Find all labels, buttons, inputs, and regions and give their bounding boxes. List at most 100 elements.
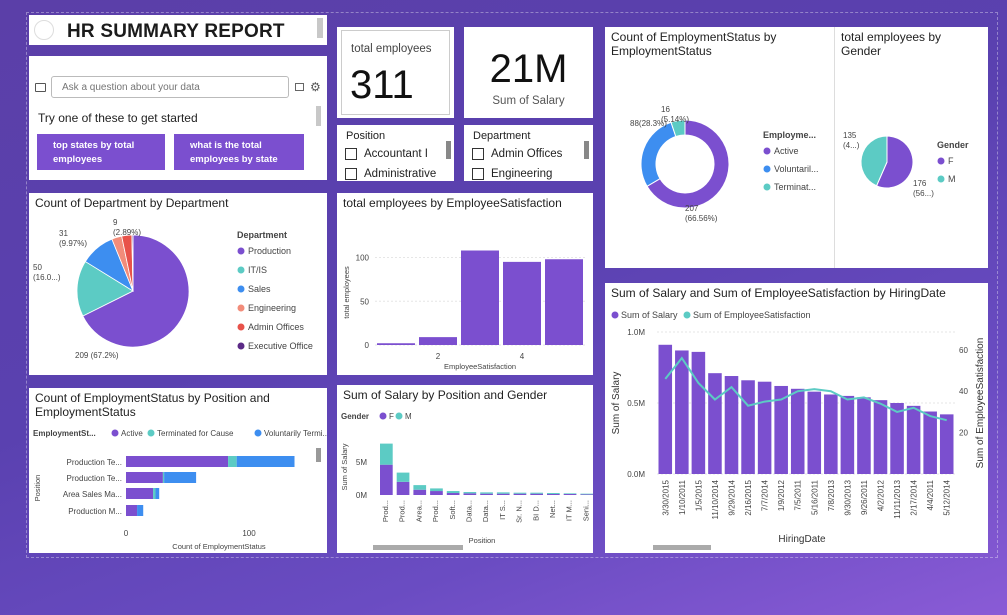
- bar: [153, 488, 156, 499]
- legend-label: Voluntaril...: [774, 164, 819, 174]
- scrollbar[interactable]: [446, 141, 451, 159]
- bar: [658, 344, 673, 474]
- bar: [741, 380, 755, 474]
- x-tick-label: Area...: [414, 500, 423, 522]
- bar: [137, 505, 144, 516]
- legend-label: Terminat...: [774, 182, 816, 192]
- horizontal-scrollbar[interactable]: [653, 545, 711, 550]
- x-tick-label: 7/5/2011: [794, 479, 803, 510]
- combo-chart: Sum of Salary Sum of EmployeeSatisfaction…: [611, 310, 986, 545]
- bar: [708, 373, 722, 474]
- x-tick-label: 7/7/2014: [761, 479, 770, 511]
- title-card: HR SUMMARY REPORT: [29, 15, 327, 45]
- x-tick-label: 3/30/2015: [661, 479, 670, 515]
- bar: [580, 493, 593, 495]
- x-axis-title: Count of EmploymentStatus: [172, 542, 266, 551]
- bar: [807, 391, 822, 474]
- slicer-item[interactable]: Administrative: [345, 168, 436, 180]
- donut-slice: [640, 121, 677, 187]
- scrollbar[interactable]: [316, 106, 321, 126]
- y-tick-label: 1.0M: [627, 328, 645, 337]
- data-label: 16 (5.14%): [661, 105, 689, 124]
- legend-marker: [611, 311, 619, 319]
- bar: [840, 395, 855, 474]
- gear-icon[interactable]: ⚙: [310, 80, 321, 94]
- legend-title: EmploymentSt...: [33, 429, 96, 438]
- data-label: 135 (4...): [843, 131, 860, 150]
- checkbox[interactable]: [345, 148, 357, 160]
- bar: [873, 400, 888, 474]
- scrollbar[interactable]: [317, 18, 323, 38]
- legend-marker: [237, 247, 245, 255]
- scrollbar[interactable]: [316, 448, 321, 462]
- qa-input[interactable]: [51, 76, 289, 98]
- legend-label: Voluntarily Termi...: [264, 429, 327, 438]
- slicer-title: Position: [346, 130, 386, 142]
- bar: [675, 350, 689, 474]
- legend-marker: [763, 147, 771, 155]
- legend-title: Employme...: [763, 130, 816, 140]
- logo-circle: [34, 20, 54, 40]
- bar: [530, 493, 543, 495]
- suggestion-button-2[interactable]: what is the total employees by state: [174, 134, 304, 170]
- position-bar-chart: EmploymentSt... Active Terminated for Caus…: [33, 429, 327, 551]
- y-axis-title: Sum of Salary: [611, 372, 622, 435]
- bar: [446, 491, 460, 494]
- kpi-value: 21M: [489, 47, 568, 91]
- checkbox[interactable]: [472, 148, 484, 160]
- x-tick-label: 0: [124, 529, 129, 538]
- legend-label: Sum of EmployeeSatisfaction: [693, 310, 811, 320]
- legend-marker: [683, 311, 691, 319]
- bar: [162, 472, 165, 483]
- horizontal-scrollbar[interactable]: [373, 545, 463, 550]
- y-tick-label: 5M: [356, 458, 367, 467]
- y2-tick-label: 40: [959, 387, 968, 396]
- x-axis-title: EmployeeSatisfaction: [444, 362, 516, 371]
- data-label: 50 (16.0...): [33, 263, 61, 282]
- suggestion-button-1[interactable]: top states by total employees: [37, 134, 165, 170]
- x-tick-label: 2/17/2014: [910, 479, 919, 515]
- x-tick-label: Data...: [465, 500, 474, 522]
- kpi-total-employees: total employees 311: [337, 27, 454, 118]
- scrollbar[interactable]: [584, 141, 589, 159]
- bar: [396, 481, 410, 495]
- checkbox[interactable]: [345, 168, 357, 180]
- kpi-label: Sum of Salary: [492, 95, 565, 107]
- legend-title: Department: [237, 230, 287, 240]
- legend-marker: [237, 304, 245, 312]
- page-title: HR SUMMARY REPORT: [67, 21, 285, 42]
- legend-marker: [763, 165, 771, 173]
- legend-label: F: [389, 412, 394, 421]
- chart-employment-status: Count of EmploymentStatus by EmploymentS…: [605, 27, 834, 268]
- slicer-item[interactable]: Engineering: [472, 168, 552, 180]
- department-pie-chart: 209 (67.2%) 50 (16.0...) 31 (9.97%) 9 (2.89%) D…: [33, 218, 313, 360]
- bar: [757, 381, 772, 474]
- x-tick-label: 4: [520, 352, 525, 361]
- bar: [236, 456, 295, 467]
- data-label: 176 (56...): [913, 179, 934, 198]
- bar: [547, 494, 560, 495]
- bar: [790, 388, 805, 474]
- checkbox[interactable]: [472, 168, 484, 180]
- slicer-item[interactable]: Accountant I: [345, 148, 428, 160]
- x-tick-label: 5/16/2011: [810, 479, 819, 515]
- legend-marker: [237, 285, 245, 293]
- legend-label: M: [948, 174, 956, 184]
- bar: [563, 493, 577, 495]
- slicer-position: Position Accountant I Administrative: [337, 125, 454, 181]
- format-icon[interactable]: [295, 83, 304, 91]
- x-tick-label: 9/29/2014: [728, 479, 737, 515]
- legend-marker: [395, 412, 403, 420]
- y-axis-title: Sum of Salary: [340, 443, 349, 490]
- bar: [126, 472, 163, 483]
- y-tick-label: 0M: [356, 491, 367, 500]
- x-tick-label: BI D...: [531, 500, 540, 521]
- data-label: 31 (9.97%): [59, 229, 87, 248]
- x-tick-label: 2: [436, 352, 441, 361]
- bar: [496, 492, 510, 494]
- slicer-item[interactable]: Admin Offices: [472, 148, 562, 160]
- y2-axis-title: Sum of EmployeeSatisfaction: [975, 338, 986, 469]
- bar: [396, 472, 410, 482]
- y-tick-label: Production M...: [68, 507, 122, 516]
- bar: [480, 492, 493, 494]
